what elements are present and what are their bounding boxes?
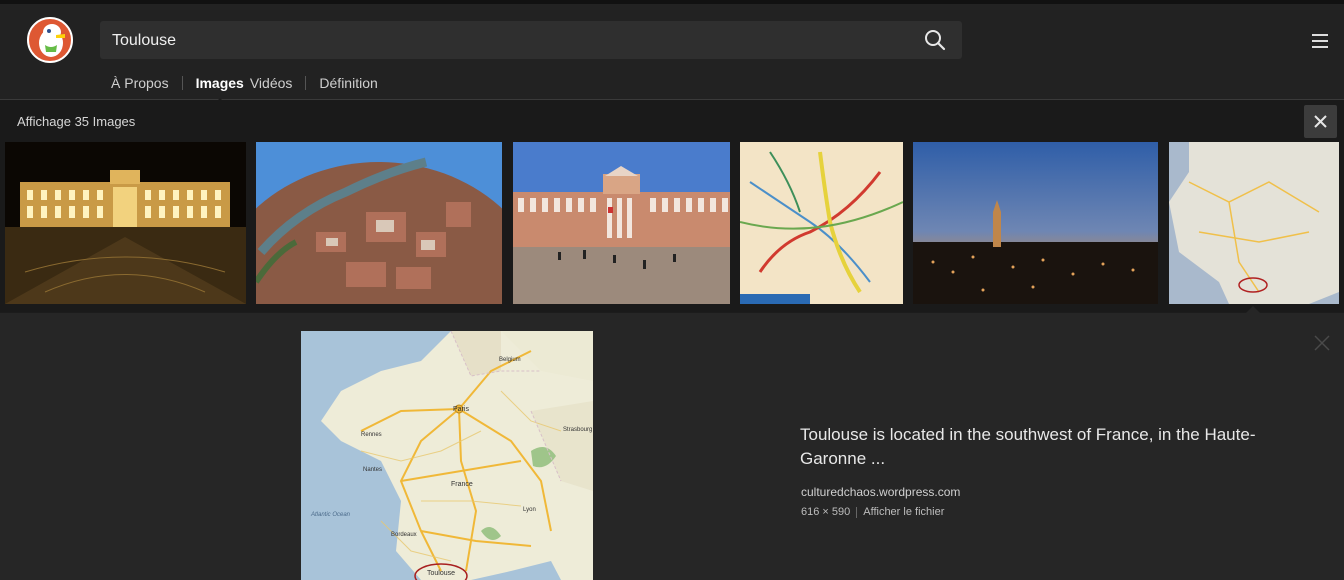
map-label-paris: Paris	[453, 406, 469, 413]
image-detail-panel: Paris France Atlantic Ocean Belgium Stra…	[0, 313, 1344, 580]
view-file-link[interactable]: Afficher le fichier	[863, 506, 944, 518]
image-dimensions: 616 × 590	[801, 506, 851, 518]
close-icon[interactable]	[1314, 335, 1330, 351]
map-label-france: France	[451, 481, 473, 488]
meta-divider	[856, 506, 858, 518]
map-label-rennes: Rennes	[361, 432, 382, 438]
search-input[interactable]	[110, 21, 914, 61]
search-box	[100, 21, 962, 61]
map-label-lyon: Lyon	[523, 507, 536, 513]
detail-meta: 616 × 590 Afficher le fichier	[801, 506, 944, 518]
search-type-nav: À Propos Images Vidéos Définition	[111, 72, 378, 105]
image-tile-france-map[interactable]	[1169, 142, 1339, 304]
map-label-ocean: Atlantic Ocean	[310, 512, 351, 518]
image-tile-aerial-fisheye[interactable]	[256, 142, 502, 304]
detail-image-france-map[interactable]: Paris France Atlantic Ocean Belgium Stra…	[301, 331, 593, 580]
result-count: Affichage 35 Images	[17, 114, 136, 129]
selected-tile-pointer	[1246, 306, 1260, 313]
image-tile-capitole-night[interactable]	[5, 142, 246, 304]
map-label-strasbourg: Strasbourg	[563, 427, 592, 433]
map-label-toulouse: Toulouse	[427, 570, 455, 577]
nav-videos[interactable]: Vidéos	[250, 75, 293, 91]
detail-title[interactable]: Toulouse is located in the southwest of …	[800, 423, 1280, 471]
map-label-belgium: Belgium	[499, 357, 521, 363]
nav-images[interactable]: Images	[196, 75, 244, 105]
close-icon[interactable]	[1304, 105, 1337, 138]
map-label-bordeaux: Bordeaux	[391, 532, 417, 538]
nav-divider	[305, 76, 307, 90]
nav-definition[interactable]: Définition	[319, 75, 377, 91]
map-label-nantes: Nantes	[363, 467, 382, 473]
duckduckgo-logo[interactable]	[27, 17, 73, 63]
nav-divider	[181, 76, 183, 90]
image-tile-capitole-day[interactable]	[513, 142, 730, 304]
image-tile-skyline-dusk[interactable]	[913, 142, 1158, 304]
nav-about[interactable]: À Propos	[111, 75, 169, 91]
search-icon[interactable]	[924, 29, 946, 51]
header: À Propos Images Vidéos Définition	[0, 4, 1344, 105]
hamburger-menu-icon[interactable]	[1312, 34, 1328, 48]
image-results: Affichage 35 Images	[0, 100, 1344, 312]
image-tile-transit-map[interactable]	[740, 142, 903, 304]
detail-source-link[interactable]: culturedchaos.wordpress.com	[801, 485, 960, 499]
